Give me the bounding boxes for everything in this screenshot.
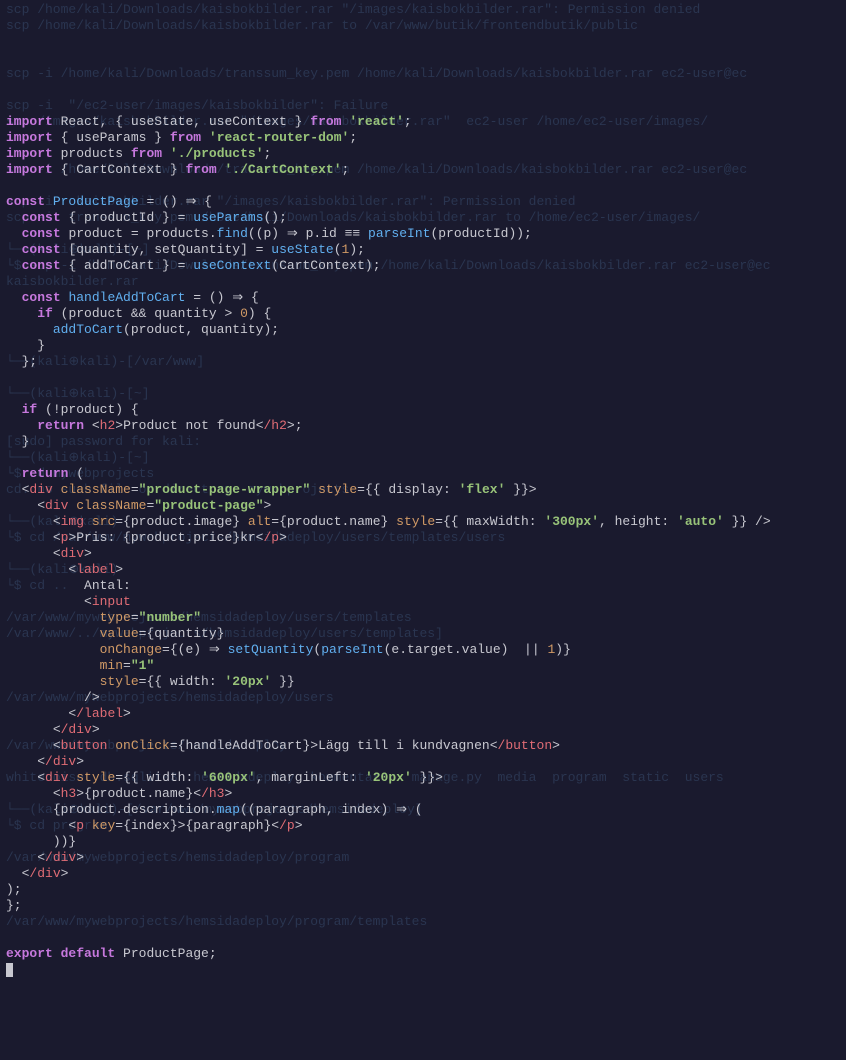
line-39: </div>: [6, 722, 100, 737]
line-13: if (product && quantity > 0) {: [6, 306, 271, 321]
line-2: import { useParams } from 'react-router-…: [6, 130, 357, 145]
line-27: <p>Pris: {product.price}kr</p>: [6, 530, 287, 545]
line-14: addToCart(product, quantity);: [6, 322, 279, 337]
text-cursor[interactable]: [6, 963, 13, 977]
line-36: style={{ width: '20px' }}: [6, 674, 295, 689]
line-9: const [quantity, setQuantity] = useState…: [6, 242, 365, 257]
line-12: const handleAddToCart = () ⇒ {: [6, 290, 259, 305]
line-42: <div style={{ width: '600px', marginLeft…: [6, 770, 443, 785]
line-19: if (!product) {: [6, 402, 139, 417]
line-46: ))}: [6, 834, 76, 849]
line-33: value={quantity}: [6, 626, 224, 641]
line-40: <button onClick={handleAddToCart}>Lägg t…: [6, 738, 560, 753]
line-41: </div>: [6, 754, 84, 769]
line-25: <div className="product-page">: [6, 498, 271, 513]
line-49: );: [6, 882, 22, 897]
line-38: </label>: [6, 706, 131, 721]
line-31: <input: [6, 594, 131, 609]
line-15: }: [6, 338, 45, 353]
line-47: </div>: [6, 850, 84, 865]
line-35: min="1": [6, 658, 154, 673]
line-29: <label>: [6, 562, 123, 577]
line-26: <img src={product.image} alt={product.na…: [6, 514, 771, 529]
line-6: const ProductPage = () ⇒ {: [6, 194, 212, 209]
line-10: const { addToCart } = useContext(CartCon…: [6, 258, 381, 273]
line-45: <p key={index}>{paragraph}</p>: [6, 818, 303, 833]
line-23: return (: [6, 466, 84, 481]
line-37: />: [6, 690, 100, 705]
line-24: <div className="product-page-wrapper" st…: [6, 482, 537, 497]
line-44: {product.description.map((paragraph, ind…: [6, 802, 423, 817]
line-1: import React, { useState, useContext } f…: [6, 114, 412, 129]
line-43: <h3>{product.name}</h3>: [6, 786, 232, 801]
line-3: import products from './products';: [6, 146, 271, 161]
line-28: <div>: [6, 546, 92, 561]
code-editor-content: import React, { useState, useContext } f…: [6, 98, 840, 978]
line-50: };: [6, 898, 22, 913]
line-16: };: [6, 354, 37, 369]
line-53: export default ProductPage;: [6, 946, 217, 961]
line-34: onChange={(e) ⇒ setQuantity(parseInt(e.t…: [6, 642, 571, 657]
line-48: </div>: [6, 866, 68, 881]
line-20: return <h2>Product not found</h2>;: [6, 418, 303, 433]
line-32: type="number": [6, 610, 201, 625]
line-21: }: [6, 434, 29, 449]
line-8: const product = products.find((p) ⇒ p.id…: [6, 226, 532, 241]
line-30: Antal:: [6, 578, 131, 593]
line-4: import { CartContext } from './CartConte…: [6, 162, 349, 177]
line-7: const { productId } = useParams();: [6, 210, 287, 225]
